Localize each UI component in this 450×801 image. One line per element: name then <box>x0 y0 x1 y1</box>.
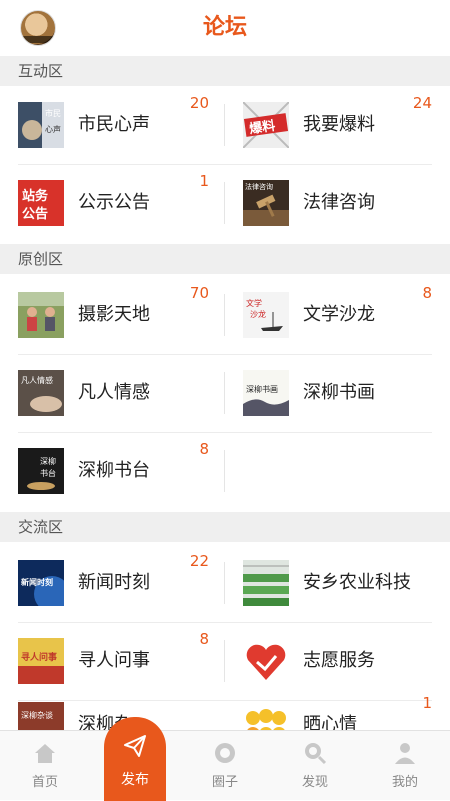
forum-item-label: 摄影天地 <box>78 276 150 354</box>
photography-thumb <box>18 292 64 338</box>
search-icon <box>303 741 327 765</box>
legal-advice-thumb: 法律咨询 <box>243 180 289 226</box>
tab-label: 圈子 <box>180 771 270 790</box>
page-title: 论坛 <box>0 0 450 56</box>
tab-circle[interactable]: 圈子 <box>180 731 270 801</box>
svg-text:文学: 文学 <box>246 298 262 308</box>
forum-item-news[interactable]: 新闻时刻 新闻时刻 22 <box>0 544 225 622</box>
paper-plane-icon <box>122 733 148 759</box>
forum-item-photography[interactable]: 摄影天地 70 <box>0 276 225 354</box>
svg-text:深柳: 深柳 <box>40 456 56 466</box>
tab-mine[interactable]: 我的 <box>360 731 450 801</box>
svg-text:新闻时刻: 新闻时刻 <box>21 577 53 587</box>
user-icon <box>393 741 417 765</box>
forum-item-calligraphy[interactable]: 深柳书画 深柳书画 <box>225 354 450 432</box>
agriculture-thumb <box>243 560 289 606</box>
forum-item-label: 深柳书台 <box>78 432 150 510</box>
forum-item-label: 安乡农业科技 <box>303 544 411 622</box>
tab-label: 我的 <box>360 771 450 790</box>
svg-text:法律咨询: 法律咨询 <box>245 182 273 191</box>
section-header-interaction: 互动区 <box>0 56 450 86</box>
book-stage-thumb: 深柳书台 <box>18 448 64 494</box>
svg-text:寻人问事: 寻人问事 <box>21 651 57 663</box>
forum-item-agriculture[interactable]: 安乡农业科技 <box>225 544 450 622</box>
divider <box>224 294 225 336</box>
report-news-thumb: 爆料 <box>243 102 289 148</box>
svg-text:心声: 心声 <box>45 124 61 134</box>
tab-label: 首页 <box>0 771 90 790</box>
post-count-badge: 22 <box>190 552 209 570</box>
post-count-badge: 1 <box>422 694 432 712</box>
svg-text:公告: 公告 <box>22 206 48 222</box>
post-count-badge: 8 <box>199 440 209 458</box>
bottom-tab-bar: 首页 发布 圈子 发现 我的 <box>0 730 450 800</box>
svg-text:沙龙: 沙龙 <box>250 309 266 319</box>
volunteer-heart-thumb <box>243 638 289 684</box>
news-thumb: 新闻时刻 <box>18 560 64 606</box>
home-icon <box>33 741 57 765</box>
divider <box>224 182 225 224</box>
post-count-badge: 24 <box>413 94 432 112</box>
publish-button[interactable]: 发布 <box>104 717 166 801</box>
tab-label: 发现 <box>270 771 360 790</box>
literature-thumb: 文学沙龙 <box>243 292 289 338</box>
forum-item-literature[interactable]: 文学沙龙 文学沙龙 8 <box>225 276 450 354</box>
divider <box>224 562 225 604</box>
tab-discover[interactable]: 发现 <box>270 731 360 801</box>
forum-item-label: 我要爆料 <box>303 86 375 164</box>
post-count-badge: 1 <box>199 172 209 190</box>
forum-item-label: 文学沙龙 <box>303 276 375 354</box>
calligraphy-thumb: 深柳书画 <box>243 370 289 416</box>
forum-item-report-news[interactable]: 爆料 我要爆料 24 <box>225 86 450 164</box>
forum-item-label: 深柳书画 <box>303 354 375 432</box>
citizen-voice-thumb: 市民心声 <box>18 102 64 148</box>
forum-item-label: 公示公告 <box>78 164 150 242</box>
section-header-original: 原创区 <box>0 244 450 274</box>
tab-home[interactable]: 首页 <box>0 731 90 801</box>
svg-text:深柳杂谈: 深柳杂谈 <box>21 710 53 720</box>
forum-item-legal-advice[interactable]: 法律咨询 法律咨询 <box>225 164 450 242</box>
circle-icon <box>213 741 237 765</box>
forum-item-label: 凡人情感 <box>78 354 150 432</box>
post-count-badge: 8 <box>199 630 209 648</box>
forum-item-label: 法律咨询 <box>303 164 375 242</box>
post-count-badge: 70 <box>190 284 209 302</box>
forum-item-label: 新闻时刻 <box>78 544 150 622</box>
tab-label: 发布 <box>104 769 166 789</box>
section-header-exchange: 交流区 <box>0 512 450 542</box>
forum-item-citizen-voice[interactable]: 市民心声 市民心声 20 <box>0 86 225 164</box>
forum-item-book-stage[interactable]: 深柳书台 深柳书台 8 <box>0 432 225 510</box>
forum-item-emotion[interactable]: 凡人情感 凡人情感 <box>0 354 225 432</box>
divider <box>224 450 225 492</box>
post-count-badge: 8 <box>422 284 432 302</box>
svg-text:凡人情感: 凡人情感 <box>21 375 53 385</box>
divider <box>224 640 225 682</box>
svg-text:书台: 书台 <box>40 468 56 478</box>
search-people-thumb: 寻人问事 <box>18 638 64 684</box>
header-bar: 论坛 <box>0 0 450 56</box>
announcement-thumb: 站务公告 <box>18 180 64 226</box>
divider <box>224 372 225 414</box>
svg-text:站务: 站务 <box>22 188 49 204</box>
forum-item-announcement[interactable]: 站务公告 公示公告 1 <box>0 164 225 242</box>
forum-item-label: 市民心声 <box>78 86 150 164</box>
divider <box>224 104 225 146</box>
svg-text:市民: 市民 <box>45 108 61 118</box>
post-count-badge: 20 <box>190 94 209 112</box>
emotion-thumb: 凡人情感 <box>18 370 64 416</box>
svg-text:深柳书画: 深柳书画 <box>246 384 278 394</box>
